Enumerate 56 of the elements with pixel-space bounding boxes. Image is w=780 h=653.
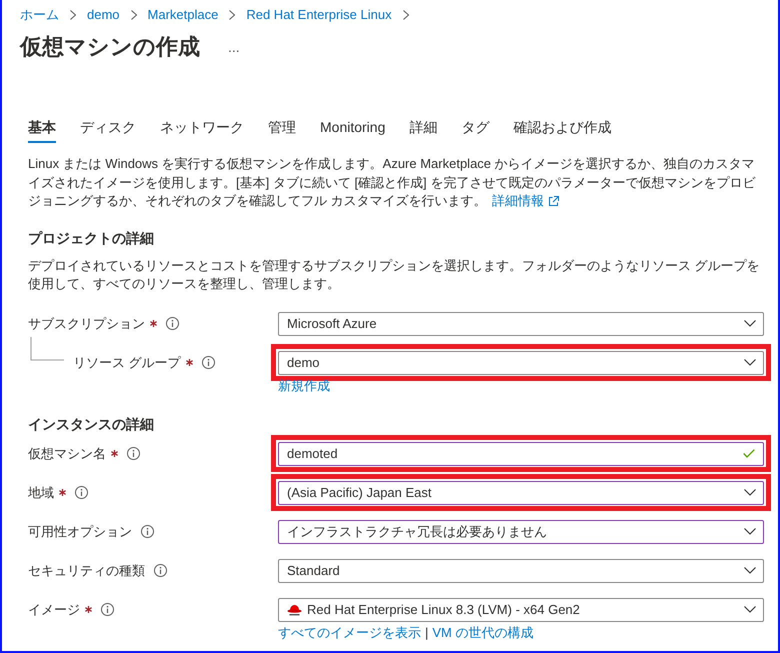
section-heading: インスタンスの詳細	[28, 414, 155, 434]
external-link-icon	[548, 196, 560, 207]
field-label: 仮想マシン名	[28, 444, 106, 462]
chevron-down-icon	[744, 606, 756, 613]
info-icon	[166, 317, 179, 330]
field-label: サブスクリプション	[28, 314, 145, 332]
field-link[interactable]: VM の世代の構成	[432, 624, 534, 640]
chevron-down-icon	[744, 320, 756, 327]
chevron-down-icon	[744, 528, 756, 535]
tree-connector-line	[30, 336, 64, 360]
section-description: デプロイされているリソースとコストを管理するサブスクリプションを選択します。フォルダーのようなリソース グループを使用して、すべてのリソースを整理し、管理します。	[28, 256, 761, 293]
field-label: セキュリティの種類	[28, 562, 145, 580]
dropdown-field[interactable]: Standard	[278, 558, 764, 582]
dropdown-field[interactable]: Microsoft Azure	[278, 312, 764, 336]
tab[interactable]: 詳細	[409, 117, 438, 143]
intro-text: Linux または Windows を実行する仮想マシンを作成します。Azure Marketplace からイメージを選択するか、独自のカスタマイズされたイメージを使用します。[基本] タブに続いて [確認と作成] を完了させて既定のパラメーターで仮想マシンをプロビジョニングするか、それぞれのタブを確認してフル カスタマイズを行います。 詳細情報	[28, 155, 764, 210]
field-label: リソース グループ	[73, 354, 181, 372]
info-icon	[127, 447, 140, 460]
link-separator: |	[425, 624, 428, 640]
chevron-down-icon	[744, 359, 756, 366]
info-icon	[101, 603, 114, 616]
field-link[interactable]: 新規作成	[278, 378, 330, 394]
breadcrumb-link[interactable]: ホーム	[20, 6, 59, 24]
tab[interactable]: 管理	[268, 117, 296, 143]
breadcrumb-link[interactable]: Red Hat Enterprise Linux	[246, 6, 392, 24]
field-label: 可用性オプション	[28, 522, 132, 540]
chevron-right-icon	[70, 10, 76, 20]
dropdown-field[interactable]: demo	[278, 350, 764, 374]
tab[interactable]: ネットワーク	[160, 117, 244, 143]
text-input[interactable]: demoted	[278, 442, 764, 466]
dropdown-field[interactable]: インフラストラクチャ冗長は必要ありません	[278, 520, 764, 544]
more-button[interactable]: ...	[226, 38, 242, 56]
chevron-right-icon	[130, 10, 137, 20]
field-label: 地域	[28, 484, 54, 502]
chevron-right-icon	[402, 10, 409, 20]
tab[interactable]: ディスク	[80, 117, 136, 143]
field-label: イメージ	[28, 600, 80, 618]
field-link[interactable]: すべてのイメージを表示	[278, 624, 421, 640]
info-icon	[141, 525, 154, 538]
chevron-right-icon	[229, 10, 236, 20]
chevron-down-icon	[744, 567, 756, 574]
dropdown-field[interactable]: (Asia Pacific) Japan East	[278, 480, 764, 504]
section-heading: プロジェクトの詳細	[28, 228, 155, 248]
breadcrumb-link[interactable]: demo	[87, 6, 120, 24]
breadcrumb-link[interactable]: Marketplace	[148, 6, 218, 24]
info-icon	[202, 356, 215, 369]
dropdown-field[interactable]: Red Hat Enterprise Linux 8.3 (LVM) - x64 Gen2	[278, 598, 764, 622]
learn-more-link[interactable]: 詳細情報	[492, 192, 560, 210]
tab[interactable]: タグ	[461, 117, 490, 143]
tab[interactable]: 確認および作成	[513, 117, 612, 143]
page-title: 仮想マシンの作成	[20, 33, 200, 61]
chevron-down-icon	[744, 489, 756, 496]
info-icon	[75, 486, 88, 499]
tab[interactable]: 基本	[28, 117, 56, 143]
info-icon	[154, 564, 167, 577]
tab[interactable]: Monitoring	[320, 117, 386, 143]
